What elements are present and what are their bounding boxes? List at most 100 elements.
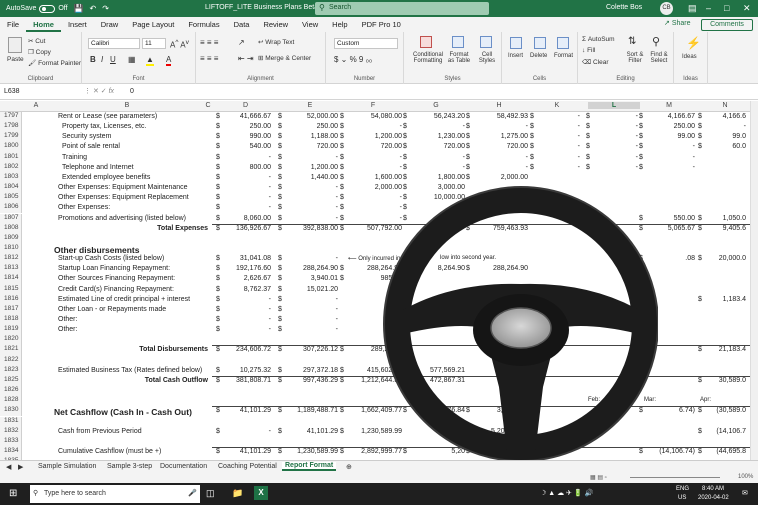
fill-color-icon[interactable]: ▲ xyxy=(146,55,154,66)
font-size-dropdown[interactable]: 11 xyxy=(142,38,166,49)
cell-value[interactable]: 1,230.00 xyxy=(411,133,465,140)
tab-data[interactable]: Data xyxy=(227,17,257,32)
toggle-icon[interactable] xyxy=(39,4,56,13)
cell-value[interactable]: 136,926.67 xyxy=(224,225,271,232)
zoom-slider[interactable] xyxy=(630,477,720,478)
row-label[interactable]: Other: xyxy=(58,326,77,333)
row-header[interactable]: 1814 xyxy=(0,274,22,285)
cell-value[interactable]: - xyxy=(224,154,271,161)
grow-font-icon[interactable]: A^ Av xyxy=(170,39,189,50)
row-label[interactable]: Other: xyxy=(58,316,77,323)
cell-value[interactable]: 1,188.00 xyxy=(286,133,338,140)
row-header[interactable]: 1801 xyxy=(0,152,22,163)
delete-button[interactable]: Delete xyxy=(530,53,547,59)
sort-filter-icon[interactable]: ⇅ xyxy=(628,36,636,47)
number-format-dropdown[interactable]: Custom xyxy=(334,38,398,49)
font-name-dropdown[interactable]: Calibri xyxy=(88,38,140,49)
sheet-tab-coaching-potential[interactable]: Coaching Potential xyxy=(218,463,277,470)
cell-value[interactable]: - xyxy=(348,164,402,171)
column-header-g[interactable]: G xyxy=(405,102,467,109)
cell-value[interactable]: - xyxy=(286,296,338,303)
tab-view[interactable]: View xyxy=(295,17,325,32)
cell-value[interactable]: 297,372.18 xyxy=(286,367,338,374)
font-color-icon[interactable]: A xyxy=(166,55,172,66)
sheet-tab-documentation[interactable]: Documentation xyxy=(160,463,207,470)
task-view-icon[interactable]: ◫ xyxy=(206,488,215,499)
align-top-icon[interactable]: ≡ ≡ ≡ xyxy=(200,38,218,47)
wrap-text-button[interactable]: ↩ Wrap Text xyxy=(258,38,294,46)
cell-value[interactable]: - xyxy=(224,326,271,333)
cell-value[interactable]: - xyxy=(411,154,465,161)
cell-value[interactable]: - xyxy=(348,123,402,130)
autosave-toggle[interactable]: AutoSave Off xyxy=(6,4,68,13)
ideas-button[interactable]: Ideas xyxy=(682,54,697,60)
search-box[interactable]: ⚲ Search xyxy=(315,2,489,15)
format-painter-button[interactable]: 🖌 Format Painter xyxy=(28,59,81,67)
cell-value[interactable]: - xyxy=(286,316,338,323)
row-header[interactable]: 1832 xyxy=(0,426,22,437)
column-header-n[interactable]: N xyxy=(700,102,750,109)
row-label[interactable]: Total Disbursements xyxy=(139,346,208,353)
row-label[interactable]: Rent or Lease (see parameters) xyxy=(58,113,157,120)
cell-value[interactable]: - xyxy=(647,154,695,161)
cell-value[interactable]: - xyxy=(474,164,528,171)
format-as-table-icon[interactable] xyxy=(452,36,464,48)
cell-value[interactable]: 1,189,488.71 xyxy=(286,407,338,414)
redo-icon[interactable]: ↷ xyxy=(102,4,109,13)
notification-icon[interactable]: ✉ xyxy=(742,489,748,497)
ideas-icon[interactable]: ⚡ xyxy=(686,36,701,50)
cell-value[interactable]: 250.00 xyxy=(224,123,271,130)
row-label[interactable]: Property tax, Licenses, etc. xyxy=(62,123,146,130)
cell-value[interactable]: 1,050.0 xyxy=(706,215,746,222)
row-label[interactable]: Estimated Line of credit principal + int… xyxy=(58,296,190,303)
cell-value[interactable]: - xyxy=(224,316,271,323)
insert-cells-icon[interactable] xyxy=(510,37,522,49)
cell-value[interactable]: 192,176.60 xyxy=(224,265,271,272)
row-label[interactable]: Net Cashflow (Cash In - Cash Out) xyxy=(54,407,192,417)
cell-value[interactable]: 2,626.67 xyxy=(224,275,271,282)
cell-value[interactable]: - xyxy=(224,306,271,313)
cell-value[interactable]: - xyxy=(224,204,271,211)
cell-value[interactable]: 381,808.71 xyxy=(224,377,271,384)
cell-value[interactable]: 1,230,589.99 xyxy=(286,448,338,455)
cell-value[interactable]: 20,000.0 xyxy=(706,255,746,262)
indent-icon[interactable]: ⇤ ⇥ xyxy=(238,54,254,63)
cell-value[interactable]: 720.00 xyxy=(411,143,465,150)
cell-value[interactable]: - xyxy=(224,184,271,191)
cell-value[interactable]: 540.00 xyxy=(224,143,271,150)
sheet-tab-sample-simulation[interactable]: Sample Simulation xyxy=(38,463,96,470)
fx-icon[interactable]: ⋮ ✕ ✓ fx xyxy=(84,87,114,95)
row-header[interactable]: 1821 xyxy=(0,345,22,356)
minimize-icon[interactable]: – xyxy=(706,3,711,13)
cell-value[interactable]: 1,440.00 xyxy=(286,174,338,181)
cell-value[interactable]: - xyxy=(538,133,580,140)
cell-value[interactable]: - xyxy=(224,194,271,201)
cell-value[interactable]: - xyxy=(538,164,580,171)
cell-value[interactable]: - xyxy=(647,143,695,150)
row-header[interactable]: 1815 xyxy=(0,284,22,295)
row-label[interactable]: Total Expenses xyxy=(157,225,208,232)
zoom-level[interactable]: 100% xyxy=(738,474,753,480)
cell-value[interactable]: - xyxy=(538,113,580,120)
maximize-icon[interactable]: □ xyxy=(724,3,729,13)
user-name[interactable]: Colette Bos xyxy=(606,4,642,11)
cell-value[interactable]: - xyxy=(538,143,580,150)
orientation-icon[interactable]: ↗ xyxy=(238,38,245,47)
row-header[interactable]: 1808 xyxy=(0,223,22,234)
cell-value[interactable]: 1,275.00 xyxy=(474,133,528,140)
row-header[interactable]: 1830 xyxy=(0,406,22,417)
autosum-button[interactable]: Σ AutoSum xyxy=(582,36,615,43)
paste-icon[interactable] xyxy=(8,37,22,53)
conditional-formatting-icon[interactable] xyxy=(420,36,432,48)
taskbar-search[interactable]: ⚲ Type here to search 🎤 xyxy=(30,485,200,503)
cell-value[interactable]: - xyxy=(594,123,638,130)
cell-value[interactable]: 52,000.00 xyxy=(286,113,338,120)
cell-styles-icon[interactable] xyxy=(480,36,492,48)
cell-value[interactable]: - xyxy=(647,164,695,171)
clock-time[interactable]: 8:40 AM xyxy=(702,486,724,492)
column-header-l[interactable]: L xyxy=(588,102,640,109)
file-explorer-icon[interactable]: 📁 xyxy=(232,488,243,499)
cell-value[interactable]: 10,275.32 xyxy=(224,367,271,374)
cell-value[interactable]: 288,264.90 xyxy=(286,265,338,272)
column-header-d[interactable]: D xyxy=(218,102,273,109)
